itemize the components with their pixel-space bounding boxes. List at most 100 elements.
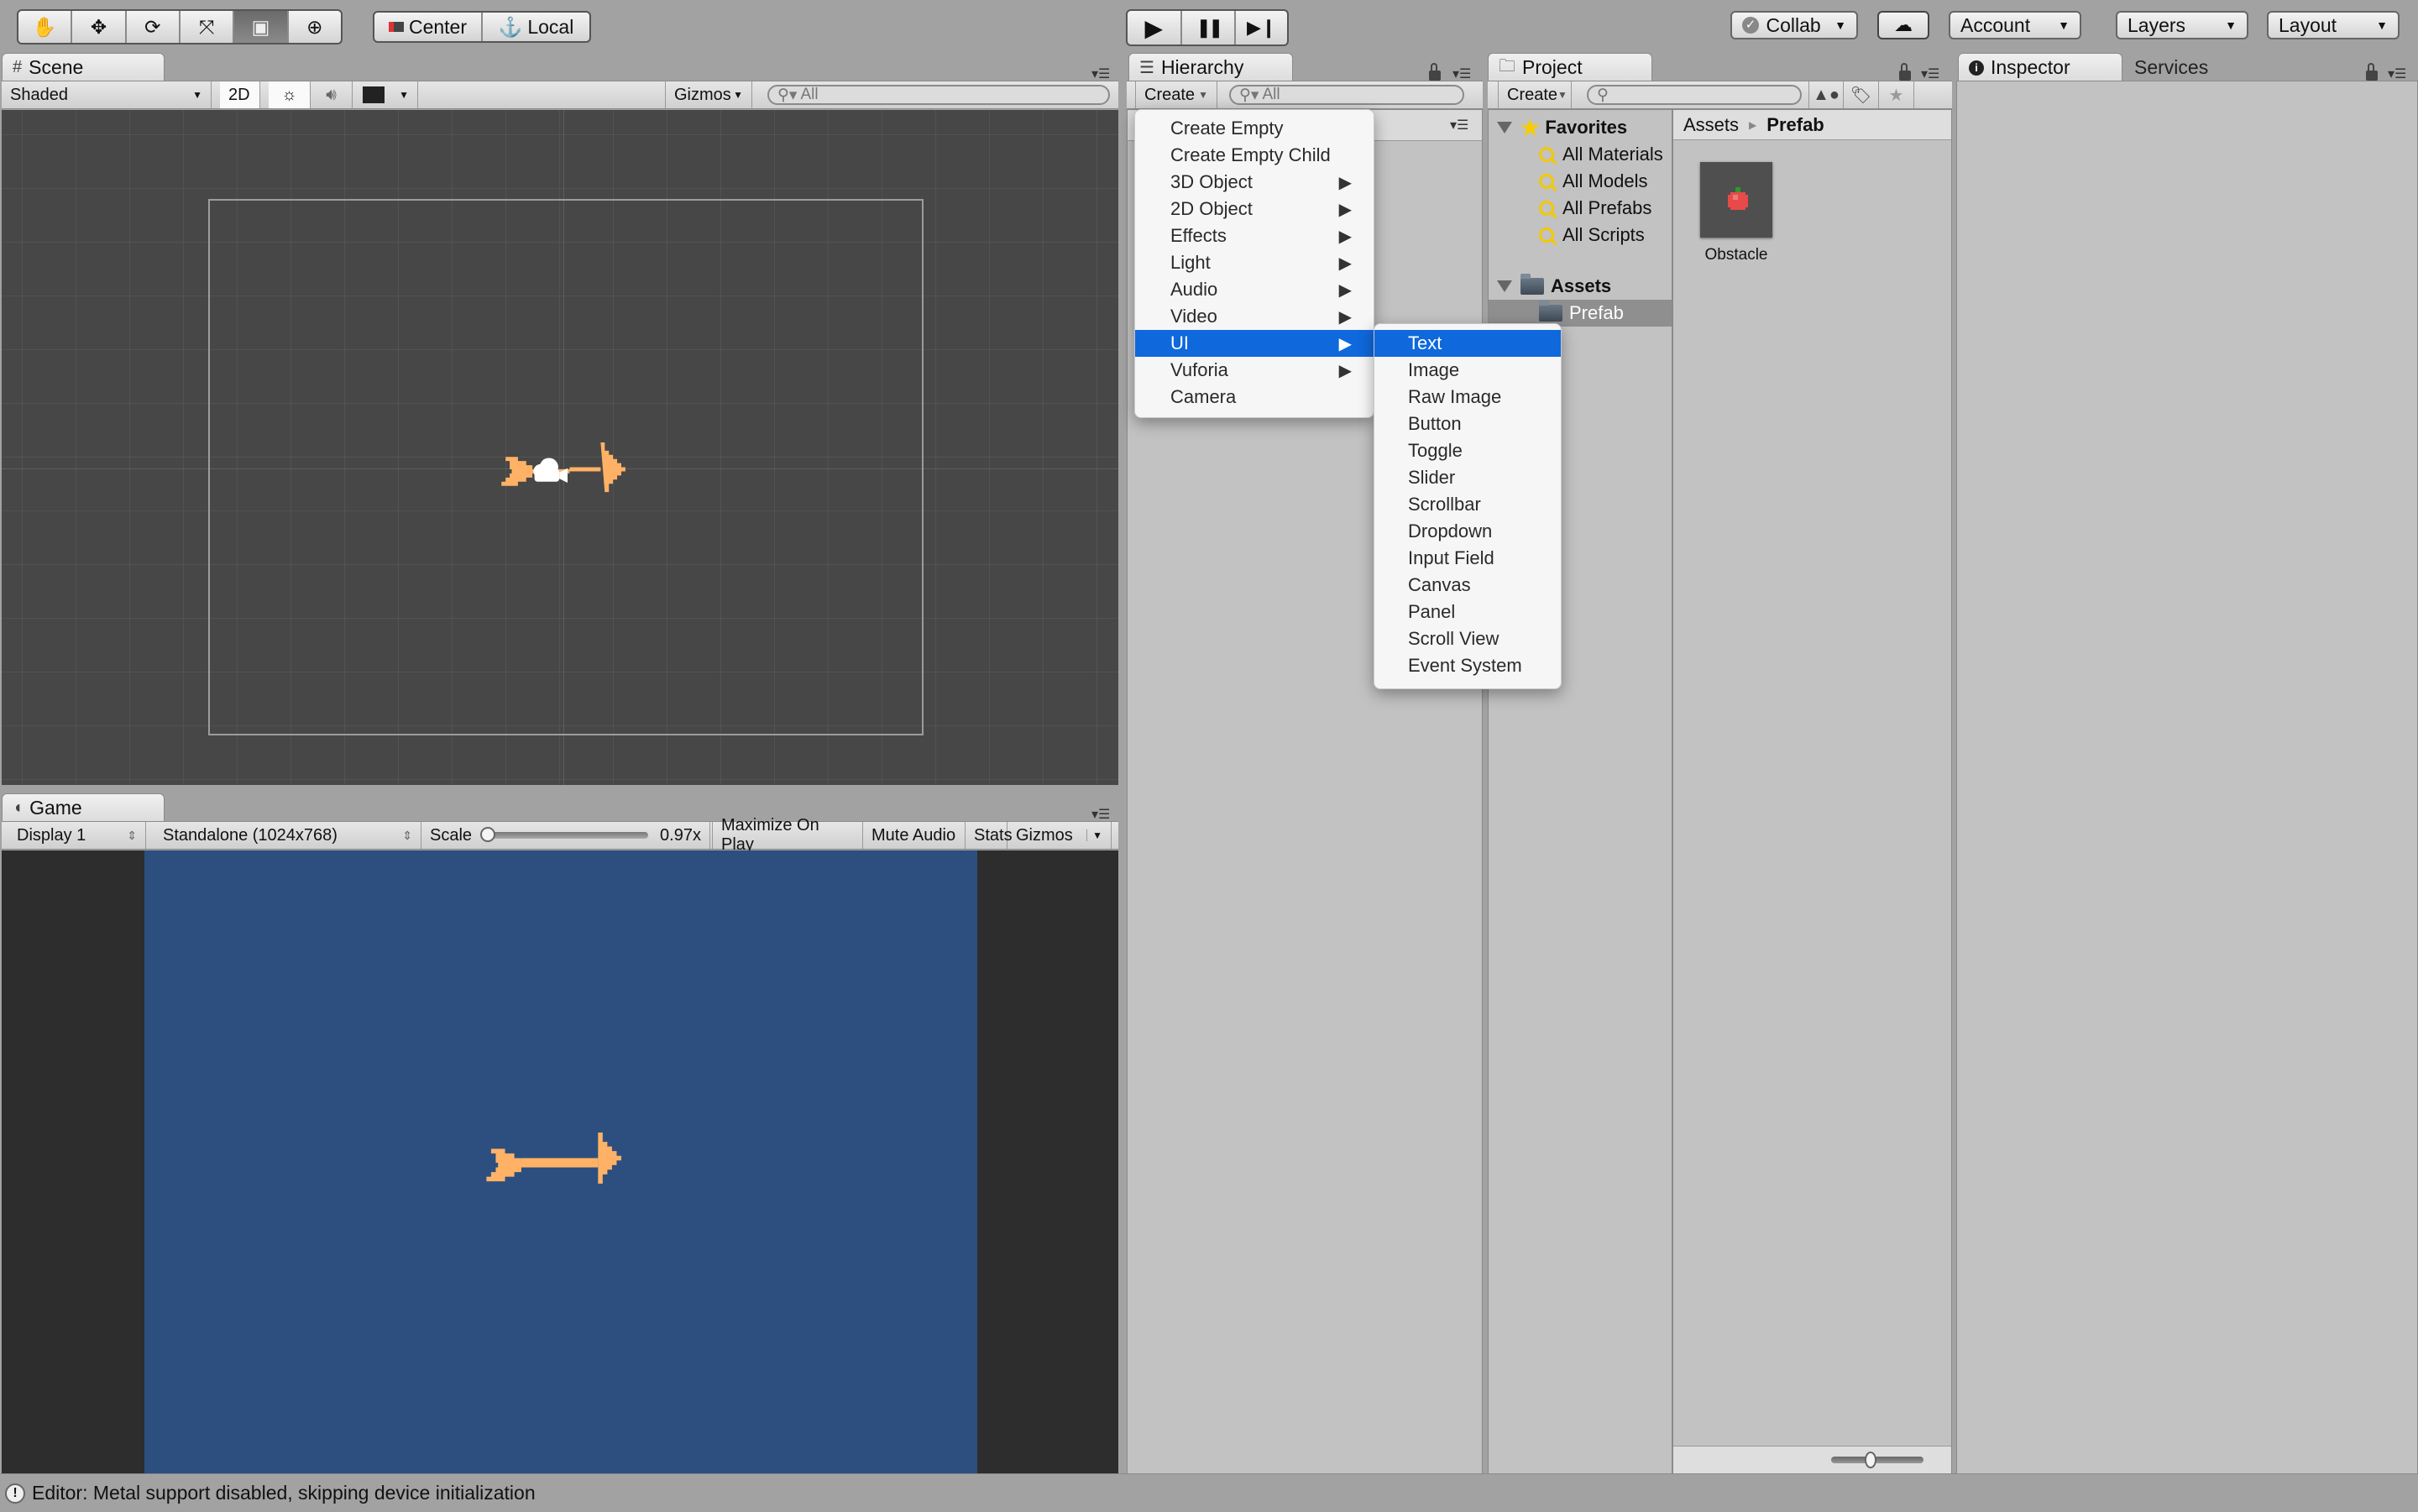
pane-options-icon[interactable]: ▾☰ [1921, 65, 1939, 82]
expand-triangle-icon[interactable] [1497, 280, 1512, 292]
pivot-center-button[interactable]: Center [374, 13, 483, 41]
submenu-item-scroll-view[interactable]: Scroll View [1374, 625, 1561, 652]
menu-item-audio[interactable]: Audio ▶ [1135, 276, 1374, 303]
scale-slider-thumb[interactable] [480, 827, 496, 842]
menu-item-create-empty-child[interactable]: Create Empty Child [1135, 142, 1374, 169]
favorite-item[interactable]: All Models [1539, 168, 1647, 195]
menu-item-ui[interactable]: UI ▶ [1135, 330, 1374, 357]
submenu-item-image[interactable]: Image [1374, 357, 1561, 384]
game-gizmos-dropdown[interactable]: Gizmos ▼ [1008, 822, 1112, 849]
menu-item-label: Create Empty [1170, 118, 1284, 139]
hierarchy-search-input[interactable]: ⚲▾ All [1229, 85, 1464, 105]
account-dropdown[interactable]: Account ▼ [1949, 11, 2081, 39]
scene-options-icon[interactable]: ▾☰ [1450, 117, 1468, 133]
scale-slider[interactable] [480, 827, 649, 842]
display-dropdown[interactable]: Display 1 ⇕ [8, 822, 146, 849]
tab-scene[interactable]: # Scene [2, 53, 165, 81]
chevron-down-icon: ▼ [2225, 18, 2237, 32]
resolution-dropdown[interactable]: Standalone (1024x768) ⇕ [154, 822, 421, 849]
tab-project[interactable]: 🗀 Project [1488, 53, 1652, 81]
menu-item-create-empty[interactable]: Create Empty [1135, 115, 1374, 142]
tab-services[interactable]: Services [2134, 53, 2208, 81]
chevron-down-icon: ▼ [733, 89, 743, 101]
scene-search-input[interactable]: ⚲▾ All [767, 85, 1110, 105]
rect-tool-button[interactable]: ▣ [234, 11, 289, 43]
pane-options-icon[interactable]: ▾☰ [2388, 65, 2406, 82]
pivot-local-button[interactable]: ⚓ Local [483, 13, 589, 41]
lock-icon[interactable] [1899, 63, 1911, 81]
game-view[interactable] [2, 850, 1118, 1473]
search-by-label-button[interactable]: 🏷︎ [1844, 81, 1879, 108]
shading-mode-dropdown[interactable]: Shaded ▼ [2, 81, 212, 108]
menu-item-camera[interactable]: Camera [1135, 384, 1374, 411]
submenu-item-panel[interactable]: Panel [1374, 599, 1561, 625]
audio-toggle[interactable]: 🔊︎ [311, 81, 353, 108]
assets-folder[interactable]: Assets [1497, 273, 1611, 300]
tab-game[interactable]: ◖ Game [2, 793, 165, 822]
hierarchy-create-dropdown[interactable]: Create ▼ [1135, 81, 1217, 108]
pane-options-icon[interactable]: ▾☰ [1452, 65, 1471, 82]
pause-button[interactable]: ❚❚ [1182, 11, 1237, 44]
pane-options-icon[interactable]: ▾☰ [1091, 65, 1110, 82]
layout-dropdown[interactable]: Layout ▼ [2267, 11, 2400, 39]
menu-item-label: UI [1170, 332, 1189, 353]
submenu-item-slider[interactable]: Slider [1374, 464, 1561, 491]
step-button[interactable]: ▶❙ [1236, 11, 1287, 44]
submenu-item-dropdown[interactable]: Dropdown [1374, 518, 1561, 545]
save-search-button[interactable]: ★ [1879, 81, 1914, 108]
menu-item-video[interactable]: Video ▶ [1135, 303, 1374, 330]
expand-triangle-icon[interactable] [1497, 122, 1512, 133]
search-by-type-button[interactable]: ▲● [1808, 81, 1844, 108]
arrow-sprite[interactable] [500, 442, 635, 496]
stats-toggle[interactable]: Stats [966, 822, 1013, 849]
submenu-item-button[interactable]: Button [1374, 411, 1561, 437]
create-menu: Create Empty Create Empty Child 3D Objec… [1134, 109, 1374, 418]
icon-size-slider[interactable] [1831, 1452, 1923, 1468]
2d-toggle[interactable]: 2D [220, 81, 260, 108]
maximize-on-play-toggle[interactable]: Maximize On Play [712, 816, 863, 854]
cloud-button[interactable]: ☁ [1877, 11, 1929, 39]
submenu-item-event-system[interactable]: Event System [1374, 652, 1561, 679]
submenu-item-raw-image[interactable]: Raw Image [1374, 384, 1561, 411]
icon-size-slider-thumb[interactable] [1865, 1452, 1876, 1468]
menu-item-vuforia[interactable]: Vuforia ▶ [1135, 357, 1374, 384]
menu-item-light[interactable]: Light ▶ [1135, 249, 1374, 276]
tab-inspector[interactable]: i Inspector [1958, 53, 2122, 81]
status-bar[interactable]: ! Editor: Metal support disabled, skippi… [0, 1473, 2418, 1512]
transform-tool-button[interactable]: ⊕ [289, 11, 341, 43]
favorite-item[interactable]: All Materials [1539, 141, 1663, 168]
tab-hierarchy[interactable]: ☰ Hierarchy [1128, 53, 1293, 81]
menu-item-3d-object[interactable]: 3D Object ▶ [1135, 169, 1374, 196]
collab-dropdown[interactable]: ✓ Collab ▼ [1730, 11, 1858, 39]
mute-audio-toggle[interactable]: Mute Audio [863, 822, 966, 849]
move-tool-button[interactable]: ✥ [72, 11, 127, 43]
lock-icon[interactable] [2366, 63, 2378, 81]
scale-tool-button[interactable]: ⤧ [181, 11, 235, 43]
rotate-tool-button[interactable]: ⟳ [127, 11, 181, 43]
project-create-dropdown[interactable]: Create ▼ [1498, 81, 1572, 108]
lock-icon[interactable] [1429, 63, 1441, 81]
submenu-item-scrollbar[interactable]: Scrollbar [1374, 491, 1561, 518]
favorite-item[interactable]: All Scripts [1539, 222, 1645, 249]
scene-gizmos-dropdown[interactable]: Gizmos ▼ [665, 81, 752, 108]
pane-options-icon[interactable]: ▾☰ [1091, 806, 1110, 823]
breadcrumb-prefab[interactable]: Prefab [1766, 114, 1824, 136]
favorite-label: All Prefabs [1562, 197, 1652, 218]
menu-item-effects[interactable]: Effects ▶ [1135, 222, 1374, 249]
favorites-header[interactable]: ★ Favorites [1497, 114, 1627, 141]
asset-item[interactable]: Obstacle [1700, 162, 1781, 264]
submenu-item-canvas[interactable]: Canvas [1374, 572, 1561, 599]
submenu-item-toggle[interactable]: Toggle [1374, 437, 1561, 464]
play-button[interactable]: ▶ [1128, 11, 1182, 44]
project-search-input[interactable]: ⚲ [1587, 85, 1802, 105]
hand-tool-button[interactable]: ✋ [18, 11, 73, 43]
scene-view[interactable] [2, 110, 1118, 785]
effects-dropdown[interactable]: ▼ [354, 81, 418, 108]
favorite-item[interactable]: All Prefabs [1539, 195, 1651, 222]
menu-item-2d-object[interactable]: 2D Object ▶ [1135, 196, 1374, 222]
submenu-item-input-field[interactable]: Input Field [1374, 545, 1561, 572]
breadcrumb-assets[interactable]: Assets [1683, 114, 1739, 136]
lighting-toggle[interactable]: ☼ [269, 81, 311, 108]
submenu-item-text[interactable]: Text [1374, 330, 1561, 357]
layers-dropdown[interactable]: Layers ▼ [2116, 11, 2248, 39]
